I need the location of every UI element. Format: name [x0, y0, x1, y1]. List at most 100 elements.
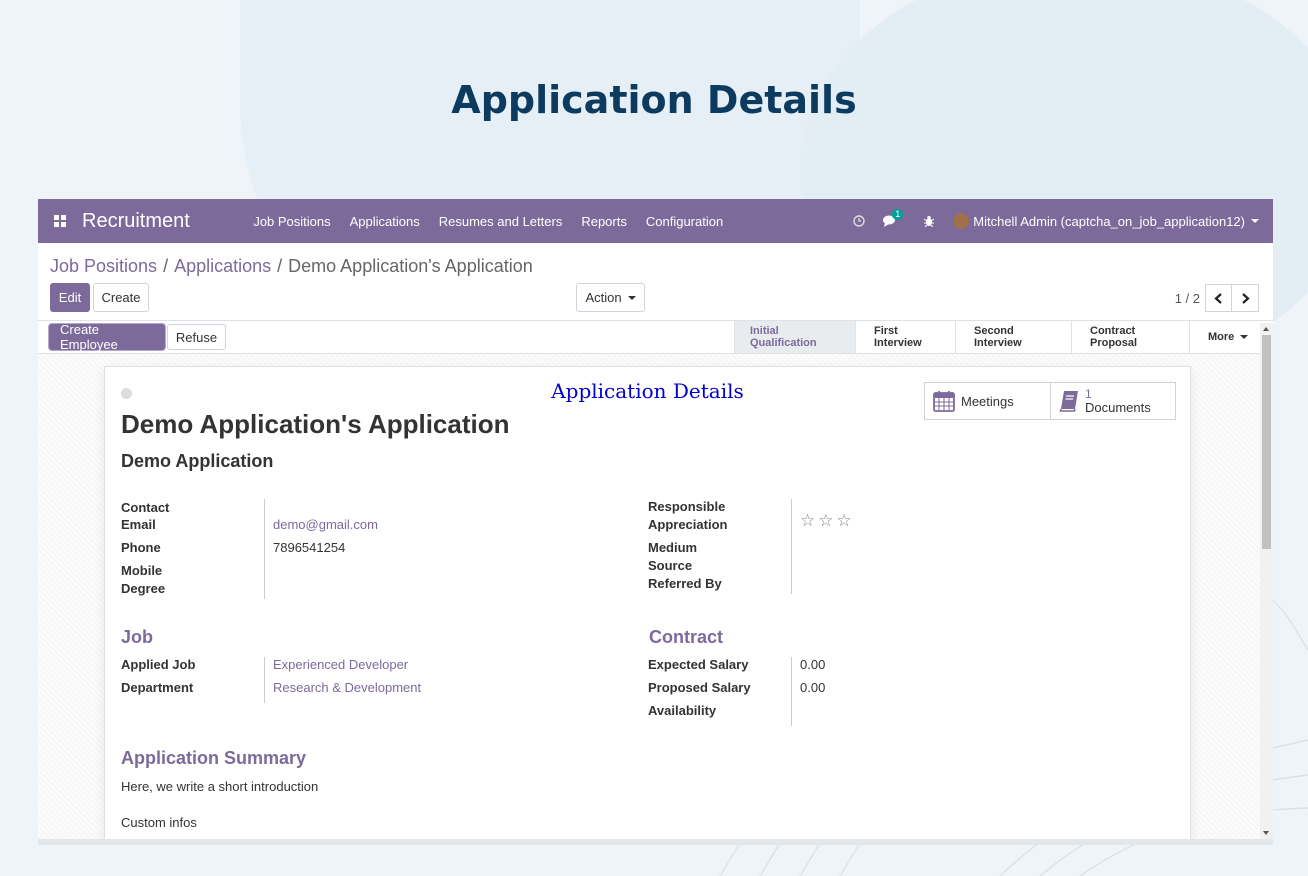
app-name[interactable]: Recruitment	[82, 210, 200, 233]
contract-section-title: Contract	[649, 627, 724, 647]
navbar-systray: 1 Mitchell Admin (captcha_on_job_applica…	[844, 199, 1273, 243]
meetings-label: Meetings	[961, 393, 1014, 409]
contact-label: Contact	[121, 500, 170, 515]
action-dropdown[interactable]: Action	[576, 283, 645, 312]
breadcrumb: Job Positions / Applications / Demo Applicat…	[50, 256, 533, 276]
chevron-down-icon	[1240, 335, 1249, 339]
applied-job-label: Applied Job	[121, 657, 196, 672]
create-employee-button[interactable]: Create Employee	[49, 322, 165, 352]
documents-button[interactable]: 1 Documents	[1050, 383, 1175, 419]
banner-title: Application Details	[451, 78, 857, 122]
applied-job-field[interactable]: Experienced Developer	[273, 657, 408, 672]
summary-section-title: Application Summary	[121, 748, 307, 768]
summary-text: Here, we write a short introduction	[121, 779, 319, 794]
stage-more-label: More	[1208, 331, 1235, 343]
department-label: Department	[121, 680, 194, 695]
chat-count-badge: 1	[892, 209, 904, 220]
referred-by-label: Referred By	[648, 576, 722, 591]
expected-salary-field[interactable]: 0.00	[791, 657, 825, 680]
star-icon[interactable]: ☆	[837, 511, 852, 531]
responsible-label: Responsible	[648, 499, 726, 514]
app-window: Recruitment Job Positions Applications R…	[38, 199, 1273, 845]
stage-more-dropdown[interactable]: More	[1189, 321, 1259, 353]
breadcrumb-current: Demo Application's Application	[288, 256, 533, 276]
control-panel: Job Positions / Applications / Demo Applicat…	[38, 243, 1273, 321]
responsible-field[interactable]	[791, 499, 800, 517]
activity-clock-icon[interactable]	[844, 215, 874, 227]
availability-field[interactable]	[791, 703, 800, 726]
action-label: Action	[585, 290, 622, 305]
menu-job-positions[interactable]: Job Positions	[244, 214, 340, 229]
job-fields: Applied Job Experienced Developer Departm…	[121, 657, 421, 703]
user-name: Mitchell Admin (captcha_on_job_applicati…	[973, 213, 1245, 229]
source-label: Source	[648, 558, 693, 573]
breadcrumb-applications[interactable]: Applications	[174, 256, 271, 276]
applicant-name: Demo Application	[121, 451, 274, 471]
calendar-icon	[933, 390, 955, 412]
mobile-label: Mobile	[121, 563, 163, 578]
pager-previous-icon[interactable]	[1205, 284, 1232, 312]
mobile-field[interactable]	[264, 563, 273, 581]
create-button[interactable]: Create	[93, 283, 149, 312]
phone-label: Phone	[121, 540, 161, 555]
scroll-up-icon[interactable]	[1263, 327, 1269, 331]
appreciation-label: Appreciation	[648, 517, 728, 532]
degree-label: Degree	[121, 581, 166, 596]
menu-reports[interactable]: Reports	[572, 214, 637, 229]
smart-buttons: Meetings 1 Documents	[924, 382, 1176, 420]
scrollbar-thumb[interactable]	[1262, 335, 1271, 549]
priority-dot[interactable]	[121, 388, 132, 399]
meetings-button[interactable]: Meetings	[925, 383, 1050, 419]
breadcrumb-job-positions[interactable]: Job Positions	[50, 256, 157, 276]
email-label: Email	[121, 517, 156, 532]
pager-value: 1 / 2	[1174, 290, 1200, 306]
chat-icon[interactable]: 1	[874, 209, 908, 227]
documents-label: Documents	[1085, 400, 1151, 415]
stage-contract-proposal[interactable]: Contract Proposal	[1071, 321, 1189, 353]
form-sheet: Application Details Meetings 1 Documents…	[104, 366, 1191, 839]
availability-label: Availability	[648, 703, 717, 718]
scroll-down-icon[interactable]	[1263, 831, 1269, 835]
job-section-title: Job	[121, 627, 154, 647]
debug-bug-icon[interactable]	[914, 215, 944, 227]
book-icon	[1059, 390, 1079, 412]
refuse-button[interactable]: Refuse	[167, 324, 226, 350]
star-icon[interactable]: ☆	[800, 511, 815, 531]
pager: 1 / 2	[1175, 284, 1259, 312]
phone-field[interactable]: 7896541254	[264, 540, 345, 563]
chevron-down-icon	[627, 295, 636, 300]
main-menu: Job Positions Applications Resumes and L…	[244, 214, 733, 229]
page-title: Demo Application's Application	[121, 409, 510, 439]
appreciation-stars[interactable]: ☆ ☆ ☆	[800, 511, 852, 531]
custom-infos: Custom infos	[121, 815, 197, 830]
menu-configuration[interactable]: Configuration	[636, 214, 732, 229]
stage-first-interview[interactable]: First Interview	[855, 321, 955, 353]
referred-by-field[interactable]	[791, 576, 800, 594]
stage-pipeline: Initial Qualification First Interview Se…	[734, 321, 1259, 353]
proposed-salary-field[interactable]: 0.00	[791, 680, 825, 703]
user-menu[interactable]: Mitchell Admin (captcha_on_job_applicati…	[944, 213, 1273, 229]
department-field[interactable]: Research & Development	[273, 680, 421, 695]
menu-applications[interactable]: Applications	[340, 214, 429, 229]
form-statusbar: Create Employee Refuse Initial Qualifica…	[38, 321, 1273, 354]
avatar	[953, 213, 970, 229]
star-icon[interactable]: ☆	[818, 511, 833, 531]
pager-next-icon[interactable]	[1232, 284, 1259, 312]
apps-menu-icon[interactable]	[38, 199, 82, 243]
chevron-down-icon	[1251, 219, 1259, 223]
stage-second-interview[interactable]: Second Interview	[955, 321, 1071, 353]
expected-salary-label: Expected Salary	[648, 657, 749, 672]
edit-button[interactable]: Edit	[50, 283, 90, 312]
medium-label: Medium	[648, 540, 698, 555]
scrollbar[interactable]	[1260, 323, 1273, 839]
menu-resumes-letters[interactable]: Resumes and Letters	[429, 214, 572, 229]
email-field[interactable]: demo@gmail.com	[273, 517, 378, 532]
source-field[interactable]	[791, 558, 800, 576]
contact-fields: Contact Email demo@gmail.com Phone 7896541…	[121, 499, 378, 599]
proposed-salary-label: Proposed Salary	[648, 680, 751, 695]
medium-field[interactable]	[791, 540, 800, 558]
assignment-fields: Responsible Appreciation ☆ ☆ ☆ Medium Sour…	[648, 499, 852, 594]
stage-initial-qualification[interactable]: Initial Qualification	[734, 321, 855, 353]
degree-field[interactable]	[264, 581, 273, 599]
documents-count: 1	[1085, 387, 1092, 401]
